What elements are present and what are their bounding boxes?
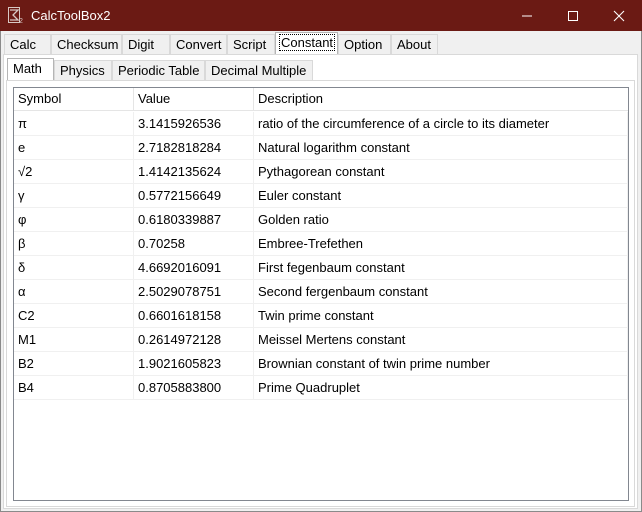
symbol-cell: α (14, 280, 134, 304)
value-cell: 3.1415926536 (134, 112, 254, 136)
symbol-cell: B4 (14, 376, 134, 400)
tab-label: Calc (10, 37, 37, 52)
title-bar[interactable]: 2 CalcToolBox2 (0, 0, 642, 31)
tab-label: Constant (278, 34, 336, 51)
value-cell: 2.7182818284 (134, 136, 254, 160)
description-cell: Meissel Mertens constant (254, 328, 628, 352)
description-cell: Pythagorean constant (254, 160, 628, 184)
list-rows: π 3.1415926536 ratio of the circumference … (14, 112, 628, 400)
column-header-value[interactable]: Value (134, 88, 254, 111)
description-cell: ratio of the circumference of a circle t… (254, 112, 628, 136)
window-client: Calc Checksum Digit Convert Script Const… (0, 31, 642, 512)
description-cell: Embree-Trefethen (254, 232, 628, 256)
table-row[interactable]: √2 1.4142135624 Pythagorean constant (14, 160, 628, 184)
table-row[interactable]: β 0.70258 Embree-Trefethen (14, 232, 628, 256)
maximize-icon (568, 11, 578, 21)
tab-script[interactable]: Script (227, 34, 275, 54)
value-cell: 1.4142135624 (134, 160, 254, 184)
column-header-symbol[interactable]: Symbol (14, 88, 134, 111)
tab-digit[interactable]: Digit (122, 34, 170, 54)
close-button[interactable] (596, 0, 642, 31)
constants-list[interactable]: Symbol Value Description π 3.1415926536 ra… (13, 87, 629, 501)
table-row[interactable]: B2 1.9021605823 Brownian constant of twin … (14, 352, 628, 376)
table-row[interactable]: α 2.5029078751 Second fergenbaum constant (14, 280, 628, 304)
tab-label: Option (344, 37, 383, 52)
tab-label: Script (233, 37, 267, 52)
math-panel: Symbol Value Description π 3.1415926536 ra… (6, 80, 635, 507)
description-cell: Twin prime constant (254, 304, 628, 328)
value-cell: 0.2614972128 (134, 328, 254, 352)
value-cell: 0.5772156649 (134, 184, 254, 208)
tab-label: Convert (176, 37, 222, 52)
tab-about[interactable]: About (391, 34, 438, 54)
value-cell: 4.6692016091 (134, 256, 254, 280)
symbol-cell: φ (14, 208, 134, 232)
value-cell: 0.70258 (134, 232, 254, 256)
tab-label: About (397, 37, 431, 52)
symbol-cell: e (14, 136, 134, 160)
subtab-label: Physics (60, 63, 105, 78)
subtab-label: Math (13, 61, 42, 76)
window-title: CalcToolBox2 (31, 8, 111, 23)
svg-text:2: 2 (19, 18, 23, 24)
tab-label: Digit (128, 37, 155, 52)
minimize-icon (522, 15, 532, 17)
symbol-cell: β (14, 232, 134, 256)
subtab-label: Periodic Table (118, 63, 200, 78)
description-cell: Brownian constant of twin prime number (254, 352, 628, 376)
table-row[interactable]: π 3.1415926536 ratio of the circumference … (14, 112, 628, 136)
table-row[interactable]: γ 0.5772156649 Euler constant (14, 184, 628, 208)
table-row[interactable]: B4 0.8705883800 Prime Quadruplet (14, 376, 628, 400)
symbol-cell: δ (14, 256, 134, 280)
constant-panel: Math Physics Periodic Table Decimal Mult… (3, 54, 638, 509)
symbol-cell: √2 (14, 160, 134, 184)
description-cell: Prime Quadruplet (254, 376, 628, 400)
table-row[interactable]: φ 0.6180339887 Golden ratio (14, 208, 628, 232)
table-row[interactable]: δ 4.6692016091 First fegenbaum constant (14, 256, 628, 280)
table-row[interactable]: M1 0.2614972128 Meissel Mertens constant (14, 328, 628, 352)
maximize-button[interactable] (550, 0, 596, 31)
tab-option[interactable]: Option (338, 34, 391, 54)
value-cell: 0.6180339887 (134, 208, 254, 232)
subtab-physics[interactable]: Physics (54, 60, 112, 80)
calc-app-icon: 2 (8, 7, 23, 24)
tab-calc[interactable]: Calc (4, 34, 51, 54)
value-cell: 2.5029078751 (134, 280, 254, 304)
symbol-cell: M1 (14, 328, 134, 352)
tab-label: Checksum (57, 37, 119, 52)
minimize-button[interactable] (504, 0, 550, 31)
value-cell: 0.8705883800 (134, 376, 254, 400)
subtab-periodic-table[interactable]: Periodic Table (112, 60, 205, 80)
table-row[interactable]: C2 0.6601618158 Twin prime constant (14, 304, 628, 328)
symbol-cell: π (14, 112, 134, 136)
description-cell: Natural logarithm constant (254, 136, 628, 160)
value-cell: 1.9021605823 (134, 352, 254, 376)
value-cell: 0.6601618158 (134, 304, 254, 328)
description-cell: First fegenbaum constant (254, 256, 628, 280)
tab-checksum[interactable]: Checksum (51, 34, 122, 54)
description-cell: Euler constant (254, 184, 628, 208)
subtab-math[interactable]: Math (7, 58, 54, 81)
sub-tab-strip: Math Physics Periodic Table Decimal Mult… (4, 55, 637, 81)
subtab-label: Decimal Multiple (211, 63, 307, 78)
symbol-cell: B2 (14, 352, 134, 376)
close-icon (613, 10, 625, 22)
symbol-cell: C2 (14, 304, 134, 328)
tab-convert[interactable]: Convert (170, 34, 227, 54)
column-header-description[interactable]: Description (254, 88, 628, 111)
description-cell: Second fergenbaum constant (254, 280, 628, 304)
symbol-cell: γ (14, 184, 134, 208)
description-cell: Golden ratio (254, 208, 628, 232)
subtab-decimal-multiple[interactable]: Decimal Multiple (205, 60, 313, 80)
list-header: Symbol Value Description (14, 88, 628, 111)
table-row[interactable]: e 2.7182818284 Natural logarithm constant (14, 136, 628, 160)
tab-constant[interactable]: Constant (275, 32, 338, 55)
